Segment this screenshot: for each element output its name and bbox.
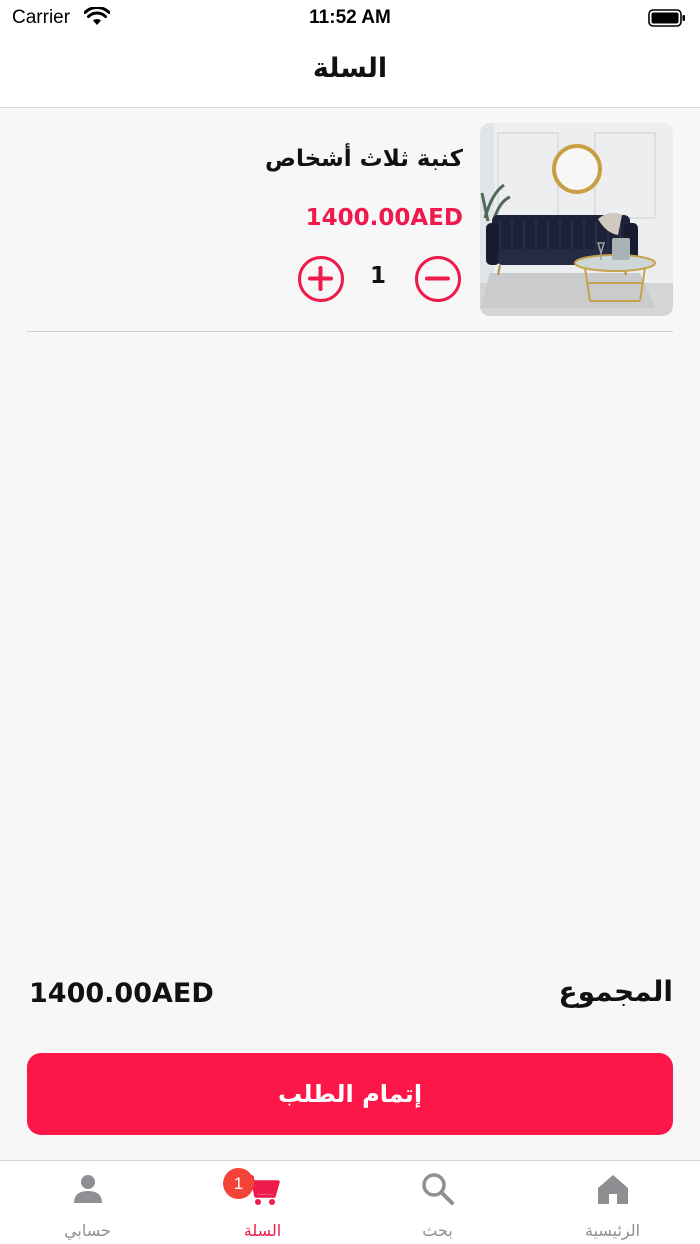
product-image[interactable] <box>480 123 673 316</box>
product-price: 1400.00AED <box>305 205 463 231</box>
tab-search[interactable]: بحث <box>350 1161 525 1244</box>
cart-badge: 1 <box>223 1168 254 1199</box>
tab-home[interactable]: الرئيسية <box>525 1161 700 1244</box>
tab-label-cart: السلة <box>243 1221 282 1240</box>
product-name: كنبة ثلاث أشخاص <box>265 146 463 172</box>
decrease-quantity-button[interactable] <box>415 256 461 302</box>
sofa-photo <box>480 123 673 316</box>
navigation-bar: السلة <box>0 36 700 108</box>
total-row: المجموع 1400.00AED <box>27 975 673 1019</box>
page-title: السلة <box>312 53 388 84</box>
search-icon <box>422 1173 454 1205</box>
battery-icon <box>648 9 685 27</box>
tab-bar: حسابي 1 السلة بحث الرئيسية <box>0 1160 700 1244</box>
person-icon <box>74 1175 102 1203</box>
cart-item: كنبة ثلاث أشخاص 1400.00AED 1 <box>27 108 673 332</box>
status-bar: Carrier 11:52 AM <box>0 0 700 36</box>
quantity-value: 1 <box>369 263 386 289</box>
tab-account[interactable]: حسابي <box>0 1161 175 1244</box>
tab-label-search: بحث <box>422 1221 453 1240</box>
increase-quantity-button[interactable] <box>298 256 344 302</box>
tab-label-home: الرئيسية <box>584 1221 641 1240</box>
clock: 11:52 AM <box>309 7 391 28</box>
plus-icon <box>308 266 333 291</box>
tab-label-account: حسابي <box>64 1221 111 1240</box>
total-value: 1400.00AED <box>29 978 214 1009</box>
minus-icon <box>425 276 450 281</box>
tab-cart[interactable]: 1 السلة <box>175 1161 350 1244</box>
total-label: المجموع <box>558 975 673 1008</box>
home-icon <box>598 1175 628 1204</box>
checkout-button[interactable]: إتمام الطلب <box>27 1053 673 1135</box>
